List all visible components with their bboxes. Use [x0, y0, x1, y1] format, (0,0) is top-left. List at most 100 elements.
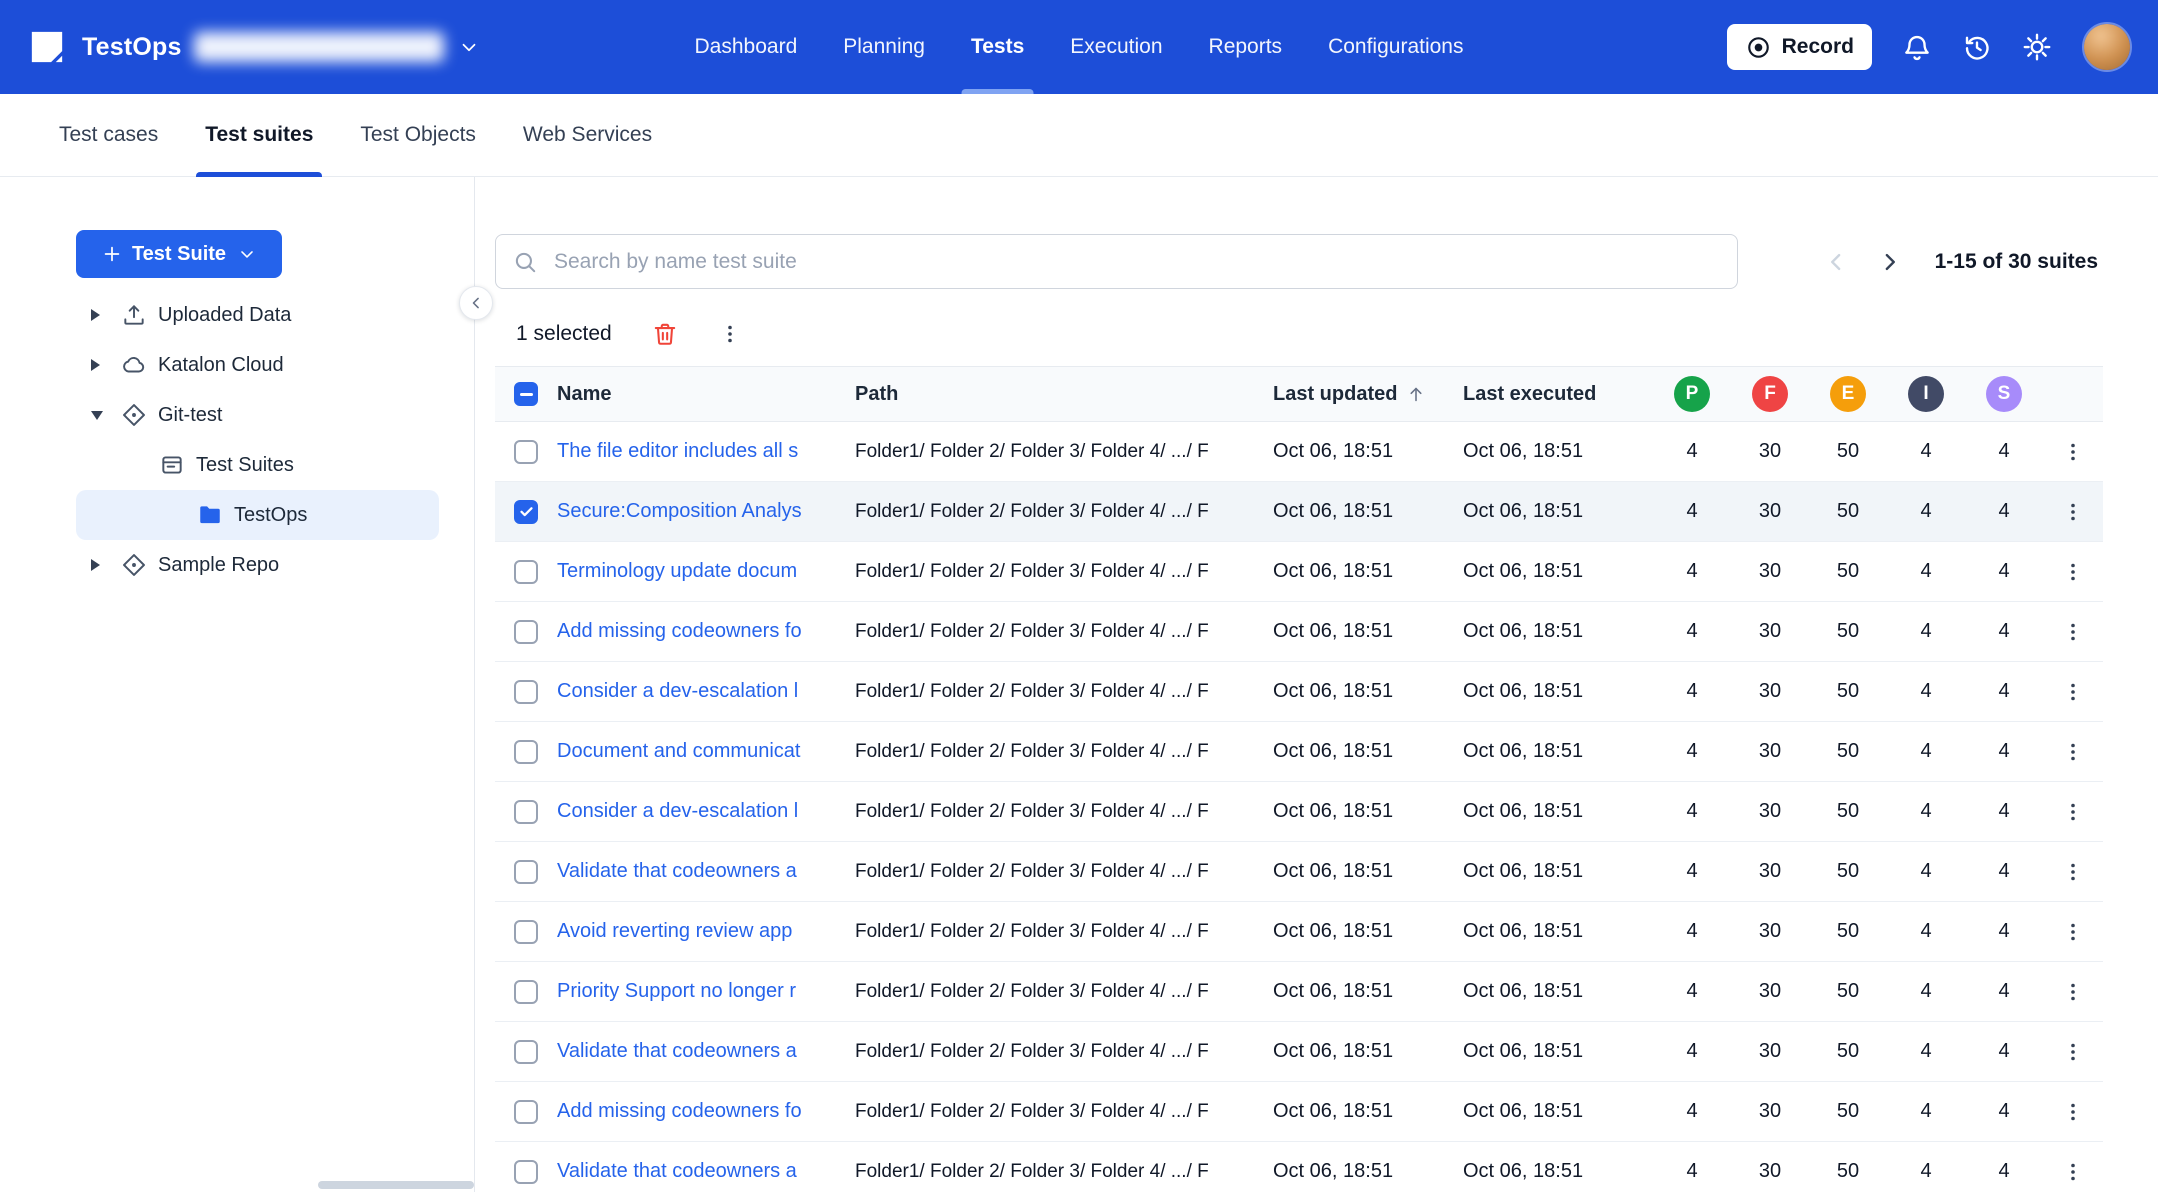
history-icon[interactable]: [1962, 32, 1992, 62]
settings-gear-icon[interactable]: [2022, 32, 2052, 62]
nav-item-execution[interactable]: Execution: [1070, 0, 1162, 94]
selection-count: 1 selected: [516, 322, 612, 345]
chevron-left-icon: [466, 293, 486, 313]
nav-item-planning[interactable]: Planning: [843, 0, 925, 94]
count-failed: 30: [1758, 800, 1782, 822]
record-icon: [1745, 34, 1772, 61]
count-skipped: 4: [1998, 560, 2010, 582]
delete-trash-icon[interactable]: [652, 321, 678, 347]
suite-name-link[interactable]: Consider a dev-escalation l: [557, 680, 798, 702]
chevron-down-icon[interactable]: [458, 36, 480, 58]
column-header-path: Path: [855, 382, 899, 405]
row-checkbox[interactable]: [514, 439, 538, 464]
row-kebab-menu-icon[interactable]: [2061, 800, 2085, 824]
row-kebab-menu-icon[interactable]: [2061, 980, 2085, 1004]
caret-collapsed-icon[interactable]: [91, 555, 121, 575]
row-kebab-menu-icon[interactable]: [2061, 1160, 2085, 1184]
suite-name-link[interactable]: Avoid reverting review app: [557, 920, 792, 942]
row-kebab-menu-icon[interactable]: [2061, 740, 2085, 764]
row-checkbox[interactable]: [514, 499, 538, 524]
row-checkbox[interactable]: [514, 559, 538, 584]
nav-item-configurations[interactable]: Configurations: [1328, 0, 1463, 94]
suite-name-link[interactable]: Secure:Composition Analys: [557, 500, 802, 522]
search-input[interactable]: [495, 234, 1738, 289]
count-incomplete: 4: [1920, 860, 1932, 882]
row-kebab-menu-icon[interactable]: [2061, 500, 2085, 524]
sidebar-scrollbar-thumb[interactable]: [318, 1181, 474, 1189]
tab-test-objects[interactable]: Test Objects: [360, 94, 476, 176]
bulk-actions-kebab-icon[interactable]: [718, 322, 742, 346]
tree-item-sample-repo[interactable]: Sample Repo: [76, 540, 439, 590]
last-executed-value: Oct 06, 18:51: [1463, 560, 1584, 582]
status-column-skipped: S: [1965, 376, 2043, 412]
row-checkbox[interactable]: [514, 859, 538, 884]
suite-name-link[interactable]: Terminology update docum: [557, 560, 797, 582]
count-failed: 30: [1758, 560, 1782, 582]
row-kebab-menu-icon[interactable]: [2061, 1040, 2085, 1064]
status-badge-incomplete: I: [1908, 376, 1944, 412]
count-passed: 4: [1686, 860, 1698, 882]
row-checkbox[interactable]: [514, 979, 538, 1004]
tab-web-services[interactable]: Web Services: [523, 94, 652, 176]
sidebar-collapse-button[interactable]: [459, 286, 493, 320]
tab-test-suites[interactable]: Test suites: [196, 94, 323, 177]
tree-item-git-test[interactable]: Git-test: [76, 390, 439, 440]
table-row: Validate that codeowners a Folder1/ Folde…: [495, 1142, 2103, 1192]
caret-expanded-icon[interactable]: [91, 405, 121, 425]
suite-name-link[interactable]: The file editor includes all s: [557, 440, 798, 462]
row-checkbox[interactable]: [514, 919, 538, 944]
previous-page-icon[interactable]: [1821, 247, 1851, 277]
row-kebab-menu-icon[interactable]: [2061, 920, 2085, 944]
nav-item-reports[interactable]: Reports: [1209, 0, 1283, 94]
suite-name-link[interactable]: Add missing codeowners fo: [557, 620, 802, 642]
row-checkbox[interactable]: [514, 799, 538, 824]
row-checkbox-cell: [495, 1159, 557, 1184]
tree-item-katalon-cloud[interactable]: Katalon Cloud: [76, 340, 439, 390]
row-checkbox[interactable]: [514, 1099, 538, 1124]
tree-item-test-suites[interactable]: Test Suites: [76, 440, 439, 490]
record-button[interactable]: Record: [1726, 24, 1872, 70]
next-page-icon[interactable]: [1875, 247, 1905, 277]
row-kebab-menu-icon[interactable]: [2061, 680, 2085, 704]
user-avatar[interactable]: [2082, 22, 2132, 72]
row-actions-cell: [2043, 740, 2103, 764]
pagination-range: 1-15 of 30 suites: [1934, 250, 2098, 273]
count-incomplete: 4: [1920, 920, 1932, 942]
tree-item-uploaded-data[interactable]: Uploaded Data: [76, 290, 439, 340]
count-passed: 4: [1686, 740, 1698, 762]
suite-name-link[interactable]: Validate that codeowners a: [557, 860, 797, 882]
suite-name-link[interactable]: Validate that codeowners a: [557, 1040, 797, 1062]
last-executed-value: Oct 06, 18:51: [1463, 920, 1584, 942]
tab-test-cases[interactable]: Test cases: [59, 94, 158, 176]
row-kebab-menu-icon[interactable]: [2061, 560, 2085, 584]
row-checkbox[interactable]: [514, 679, 538, 704]
row-kebab-menu-icon[interactable]: [2061, 620, 2085, 644]
suite-name-link[interactable]: Validate that codeowners a: [557, 1160, 797, 1182]
new-test-suite-button[interactable]: Test Suite: [76, 230, 282, 278]
caret-collapsed-icon[interactable]: [91, 355, 121, 375]
row-checkbox[interactable]: [514, 739, 538, 764]
status-badge-skipped: S: [1986, 376, 2022, 412]
row-checkbox[interactable]: [514, 619, 538, 644]
nav-item-dashboard[interactable]: Dashboard: [695, 0, 798, 94]
notifications-bell-icon[interactable]: [1902, 32, 1932, 62]
row-checkbox[interactable]: [514, 1159, 538, 1184]
nav-item-tests[interactable]: Tests: [961, 0, 1034, 94]
tree-item-testops[interactable]: TestOps: [76, 490, 439, 540]
row-kebab-menu-icon[interactable]: [2061, 1100, 2085, 1124]
sort-ascending-icon[interactable]: [1405, 383, 1427, 405]
suite-name-cell: Avoid reverting review app: [557, 920, 855, 943]
suite-name-link[interactable]: Add missing codeowners fo: [557, 1100, 802, 1122]
row-kebab-menu-icon[interactable]: [2061, 860, 2085, 884]
select-all-checkbox[interactable]: [514, 382, 538, 406]
row-checkbox[interactable]: [514, 1039, 538, 1064]
tree-item-label: Git-test: [158, 403, 223, 426]
last-executed-value: Oct 06, 18:51: [1463, 620, 1584, 642]
row-kebab-menu-icon[interactable]: [2061, 440, 2085, 464]
suite-name-link[interactable]: Consider a dev-escalation l: [557, 800, 798, 822]
suite-path: Folder1/ Folder 2/ Folder 3/ Folder 4/ .…: [855, 1160, 1209, 1182]
suite-name-link[interactable]: Document and communicat: [557, 740, 800, 762]
caret-collapsed-icon[interactable]: [91, 305, 121, 325]
workspace-switcher[interactable]: TestOps: [26, 26, 480, 68]
suite-name-link[interactable]: Priority Support no longer r: [557, 980, 796, 1002]
